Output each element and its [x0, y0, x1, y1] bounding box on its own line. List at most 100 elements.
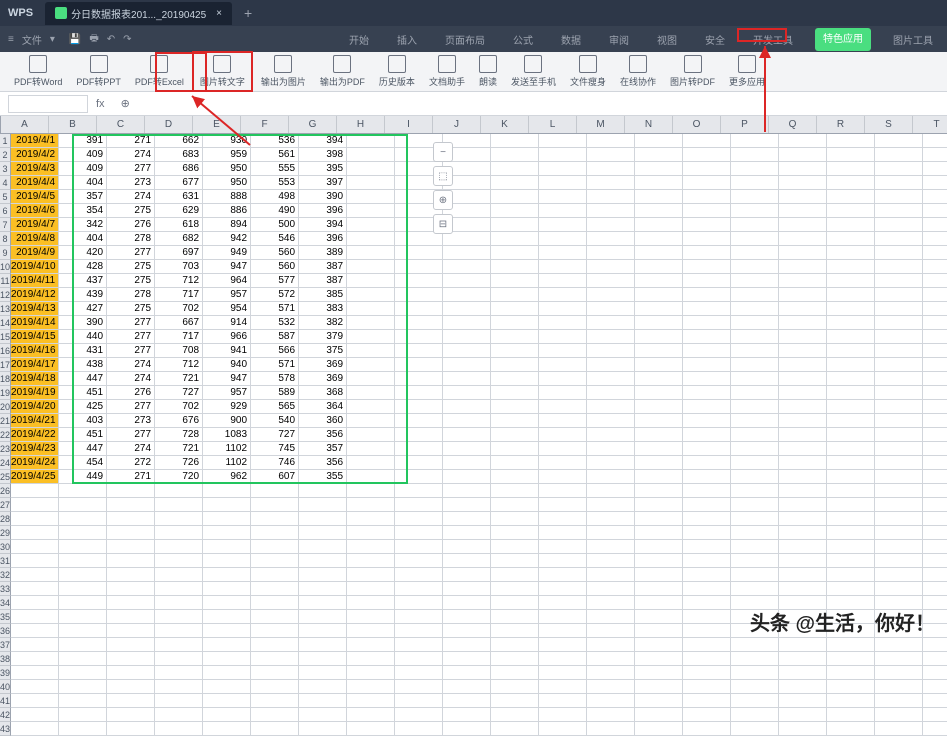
- cell[interactable]: [923, 470, 947, 484]
- cell[interactable]: [491, 568, 539, 582]
- cell[interactable]: [491, 554, 539, 568]
- cell[interactable]: 360: [299, 414, 347, 428]
- cell[interactable]: [779, 134, 827, 148]
- cell[interactable]: [347, 148, 395, 162]
- ribbon-tab[interactable]: 图片工具: [887, 28, 939, 51]
- cell[interactable]: [107, 568, 155, 582]
- cell[interactable]: [539, 666, 587, 680]
- cell[interactable]: [827, 428, 875, 442]
- cell[interactable]: [299, 484, 347, 498]
- cell[interactable]: [731, 568, 779, 582]
- cell[interactable]: [683, 204, 731, 218]
- cell[interactable]: [779, 666, 827, 680]
- cell[interactable]: [11, 540, 59, 554]
- cell[interactable]: [347, 596, 395, 610]
- row-header[interactable]: 5: [0, 190, 11, 204]
- cell[interactable]: [683, 526, 731, 540]
- cell[interactable]: [779, 386, 827, 400]
- undo-icon[interactable]: ↶: [107, 34, 115, 45]
- cell[interactable]: [491, 288, 539, 302]
- cell[interactable]: [827, 162, 875, 176]
- cell[interactable]: [203, 554, 251, 568]
- cell[interactable]: [299, 680, 347, 694]
- cell[interactable]: [539, 386, 587, 400]
- cell[interactable]: [875, 358, 923, 372]
- ribbon-tab[interactable]: 开发工具: [747, 28, 799, 51]
- cell[interactable]: [491, 190, 539, 204]
- row-header[interactable]: 14: [0, 316, 11, 330]
- cell[interactable]: [635, 498, 683, 512]
- cell[interactable]: [539, 246, 587, 260]
- cell[interactable]: [443, 344, 491, 358]
- cell[interactable]: [107, 484, 155, 498]
- cell[interactable]: [731, 582, 779, 596]
- cell[interactable]: [395, 358, 443, 372]
- cell[interactable]: 676: [155, 414, 203, 428]
- cell[interactable]: [923, 344, 947, 358]
- row-header[interactable]: 26: [0, 484, 11, 498]
- cell[interactable]: [251, 624, 299, 638]
- cell[interactable]: [827, 680, 875, 694]
- cell[interactable]: 2019/4/12: [11, 288, 59, 302]
- cell[interactable]: [539, 372, 587, 386]
- cell[interactable]: [923, 652, 947, 666]
- cell[interactable]: [395, 582, 443, 596]
- cell[interactable]: [347, 512, 395, 526]
- cell[interactable]: 631: [155, 190, 203, 204]
- cell[interactable]: [875, 316, 923, 330]
- cell[interactable]: [683, 582, 731, 596]
- cell[interactable]: 2019/4/8: [11, 232, 59, 246]
- cell[interactable]: [875, 428, 923, 442]
- cell[interactable]: [539, 162, 587, 176]
- cell[interactable]: [491, 162, 539, 176]
- cell[interactable]: [59, 652, 107, 666]
- cell[interactable]: [635, 484, 683, 498]
- cell[interactable]: [203, 694, 251, 708]
- cell[interactable]: [347, 386, 395, 400]
- cell[interactable]: [731, 176, 779, 190]
- cell[interactable]: 2019/4/11: [11, 274, 59, 288]
- cell[interactable]: [875, 232, 923, 246]
- cell[interactable]: [539, 554, 587, 568]
- cell[interactable]: [443, 442, 491, 456]
- cell[interactable]: [395, 386, 443, 400]
- cell[interactable]: [875, 148, 923, 162]
- cell[interactable]: [443, 610, 491, 624]
- cell[interactable]: [875, 162, 923, 176]
- cell[interactable]: 278: [107, 288, 155, 302]
- cell[interactable]: [347, 260, 395, 274]
- cell[interactable]: [635, 624, 683, 638]
- row-header[interactable]: 35: [0, 610, 11, 624]
- cell[interactable]: [731, 708, 779, 722]
- cell[interactable]: 697: [155, 246, 203, 260]
- cell[interactable]: [779, 400, 827, 414]
- cell[interactable]: [539, 428, 587, 442]
- cell[interactable]: 929: [203, 400, 251, 414]
- cell[interactable]: [251, 582, 299, 596]
- cell[interactable]: [587, 722, 635, 736]
- cell[interactable]: [299, 708, 347, 722]
- cell[interactable]: [347, 582, 395, 596]
- cell[interactable]: 404: [59, 176, 107, 190]
- cell[interactable]: [395, 498, 443, 512]
- cell[interactable]: [587, 400, 635, 414]
- cell[interactable]: [779, 274, 827, 288]
- cell[interactable]: [779, 148, 827, 162]
- cell[interactable]: [539, 204, 587, 218]
- cell[interactable]: [731, 134, 779, 148]
- cell[interactable]: [203, 526, 251, 540]
- cell[interactable]: [779, 484, 827, 498]
- cell[interactable]: [539, 134, 587, 148]
- cell[interactable]: [731, 526, 779, 540]
- cell[interactable]: [443, 708, 491, 722]
- row-header[interactable]: 29: [0, 526, 11, 540]
- ribbon-tab[interactable]: 插入: [391, 28, 423, 51]
- cell[interactable]: [251, 652, 299, 666]
- document-tab[interactable]: 分日数据报表201..._20190425 ×: [45, 2, 232, 25]
- cell[interactable]: 726: [155, 456, 203, 470]
- cell[interactable]: [635, 414, 683, 428]
- cell[interactable]: [683, 344, 731, 358]
- row-header[interactable]: 20: [0, 400, 11, 414]
- cell[interactable]: [779, 372, 827, 386]
- cell[interactable]: [155, 680, 203, 694]
